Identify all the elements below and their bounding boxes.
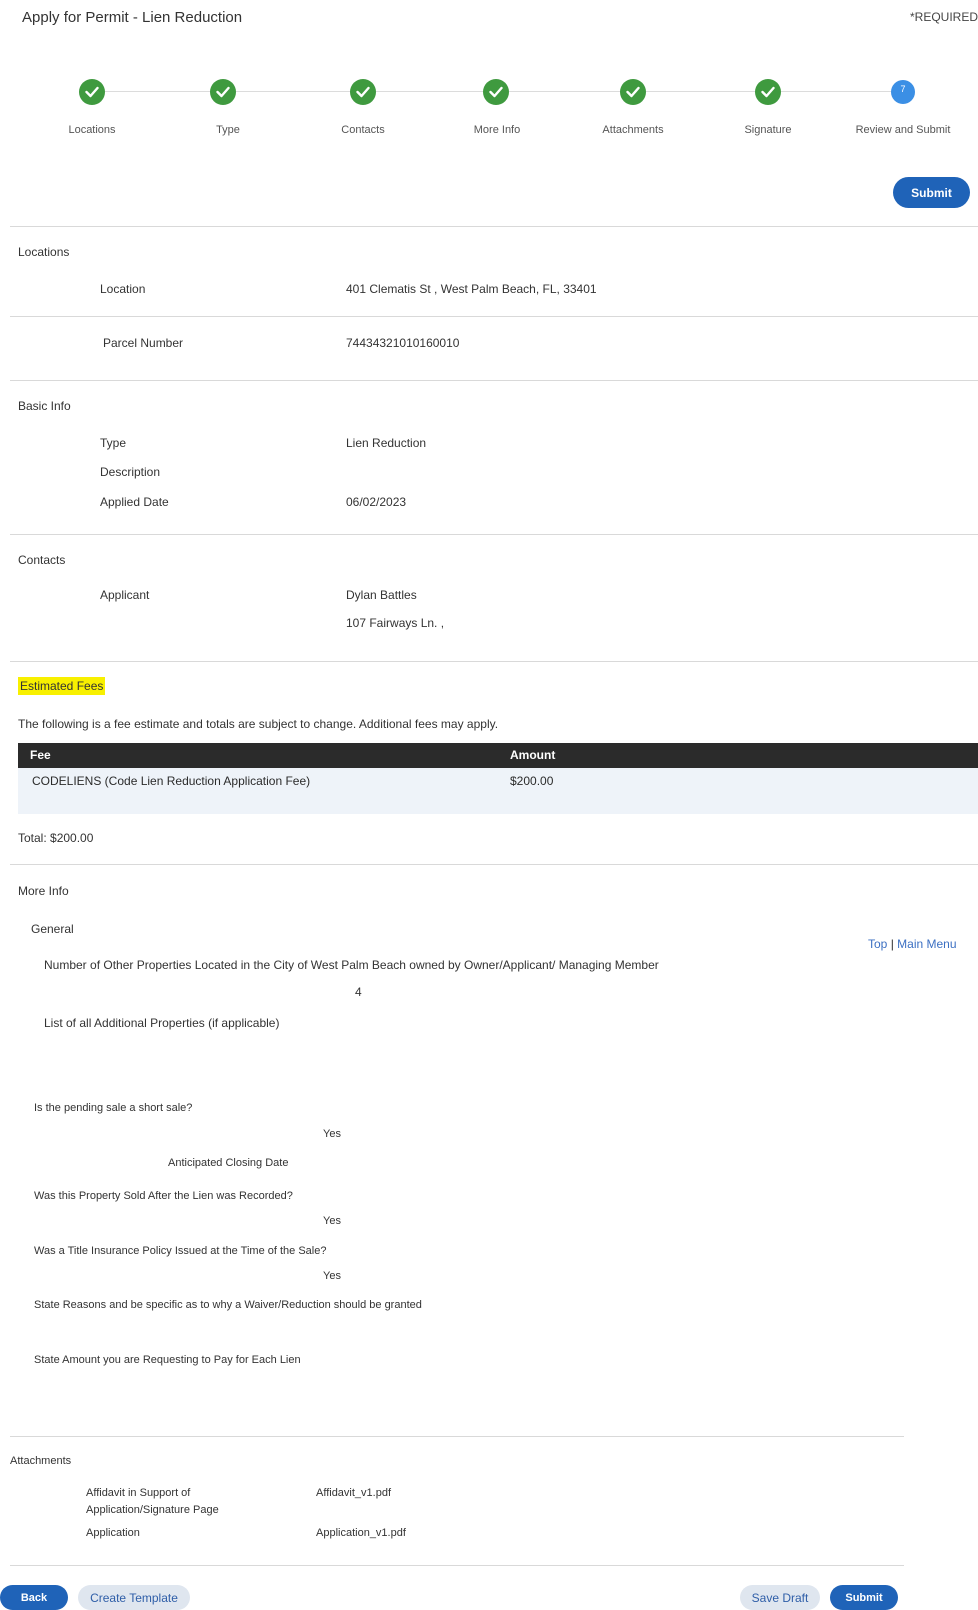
more-info-heading: More Info — [18, 884, 69, 898]
question-title-insurance: Was a Title Insurance Policy Issued at t… — [34, 1245, 327, 1257]
divider — [10, 316, 978, 317]
fee-table-header: Fee Amount — [18, 743, 978, 768]
applied-date-value: 06/02/2023 — [346, 495, 407, 509]
step-label-type[interactable]: Type — [216, 124, 240, 136]
divider — [10, 1436, 904, 1437]
step-signature-check-icon[interactable] — [755, 79, 781, 105]
main-menu-link[interactable]: Main Menu — [897, 937, 956, 951]
question-other-properties: Number of Other Properties Located in th… — [44, 958, 659, 972]
attachment-file-affidavit[interactable]: Affidavit_v1.pdf — [316, 1487, 391, 1499]
applied-date-label: Applied Date — [100, 495, 169, 509]
table-row: CODELIENS (Code Lien Reduction Applicati… — [18, 768, 978, 814]
required-note: *REQUIRED — [909, 10, 978, 24]
step-contacts-check-icon[interactable] — [350, 79, 376, 105]
save-draft-button[interactable]: Save Draft — [740, 1585, 820, 1610]
type-value: Lien Reduction — [346, 436, 427, 450]
submit-button-bottom[interactable]: Submit — [830, 1585, 898, 1610]
contacts-heading: Contacts — [18, 553, 66, 567]
divider — [10, 534, 978, 535]
applicant-address: 107 Fairways Ln. , — [346, 616, 445, 630]
location-label: Location — [100, 282, 146, 296]
step-locations-check-icon[interactable] — [79, 79, 105, 105]
question-sold-after-lien: Was this Property Sold After the Lien wa… — [34, 1190, 293, 1202]
basic-info-heading: Basic Info — [18, 399, 71, 413]
parcel-number-value: 74434321010160010 — [346, 336, 460, 350]
fee-name-cell: CODELIENS (Code Lien Reduction Applicati… — [32, 774, 311, 788]
nav-links: Top | Main Menu — [868, 937, 957, 951]
divider — [10, 864, 978, 865]
step-type-check-icon[interactable] — [210, 79, 236, 105]
fee-column-header: Fee — [30, 748, 51, 762]
fee-amount-cell: $200.00 — [510, 774, 554, 788]
question-waiver-reasons: State Reasons and be specific as to why … — [34, 1299, 422, 1311]
question-additional-properties: List of all Additional Properties (if ap… — [44, 1016, 280, 1030]
link-separator: | — [890, 937, 894, 951]
divider — [10, 226, 978, 227]
step-more-info-check-icon[interactable] — [483, 79, 509, 105]
page-title: Apply for Permit - Lien Reduction — [22, 9, 243, 26]
step-label-contacts[interactable]: Contacts — [341, 124, 384, 136]
divider — [10, 661, 978, 662]
divider — [10, 1565, 904, 1566]
back-button[interactable]: Back — [0, 1585, 68, 1610]
step-label-more-info[interactable]: More Info — [474, 124, 520, 136]
estimated-fees-highlight: Estimated Fees — [18, 677, 106, 695]
top-link[interactable]: Top — [868, 937, 887, 951]
locations-heading: Locations — [18, 245, 70, 259]
step-label-locations[interactable]: Locations — [68, 124, 115, 136]
step-label-review-submit[interactable]: Review and Submit — [856, 124, 951, 136]
submit-button-top[interactable]: Submit — [893, 177, 970, 208]
step-attachments-check-icon[interactable] — [620, 79, 646, 105]
step-review-current-indicator[interactable]: 7 — [891, 80, 915, 104]
answer-sold-after-lien: Yes — [323, 1215, 341, 1227]
step-label-signature[interactable]: Signature — [744, 124, 791, 136]
question-short-sale: Is the pending sale a short sale? — [34, 1102, 193, 1114]
attachment-label-application: Application — [86, 1527, 140, 1539]
attachment-label-affidavit: Affidavit in Support of — [86, 1487, 191, 1499]
general-subheading: General — [31, 922, 74, 936]
divider — [10, 380, 978, 381]
parcel-number-label: Parcel Number — [103, 336, 184, 350]
answer-other-properties: 4 — [355, 985, 362, 999]
attachment-label-affidavit-line2: Application/Signature Page — [86, 1504, 219, 1516]
create-template-button[interactable]: Create Template — [78, 1585, 190, 1610]
amount-column-header: Amount — [510, 748, 556, 762]
step-label-attachments[interactable]: Attachments — [602, 124, 663, 136]
step-number: 7 — [900, 84, 906, 94]
estimated-fees-heading: Estimated Fees — [18, 677, 106, 695]
type-label: Type — [100, 436, 127, 450]
applicant-name: Dylan Battles — [346, 588, 417, 602]
fee-estimate-note: The following is a fee estimate and tota… — [18, 717, 499, 731]
applicant-label: Applicant — [100, 588, 150, 602]
answer-short-sale: Yes — [323, 1128, 341, 1140]
attachments-heading: Attachments — [10, 1455, 72, 1467]
fee-total: Total: $200.00 — [18, 831, 94, 845]
question-requested-amount: State Amount you are Requesting to Pay f… — [34, 1354, 301, 1366]
answer-title-insurance: Yes — [323, 1270, 341, 1282]
question-closing-date: Anticipated Closing Date — [168, 1157, 289, 1169]
description-label: Description — [100, 465, 161, 479]
location-value: 401 Clematis St , West Palm Beach, FL, 3… — [346, 282, 597, 296]
attachment-file-application[interactable]: Application_v1.pdf — [316, 1527, 406, 1539]
